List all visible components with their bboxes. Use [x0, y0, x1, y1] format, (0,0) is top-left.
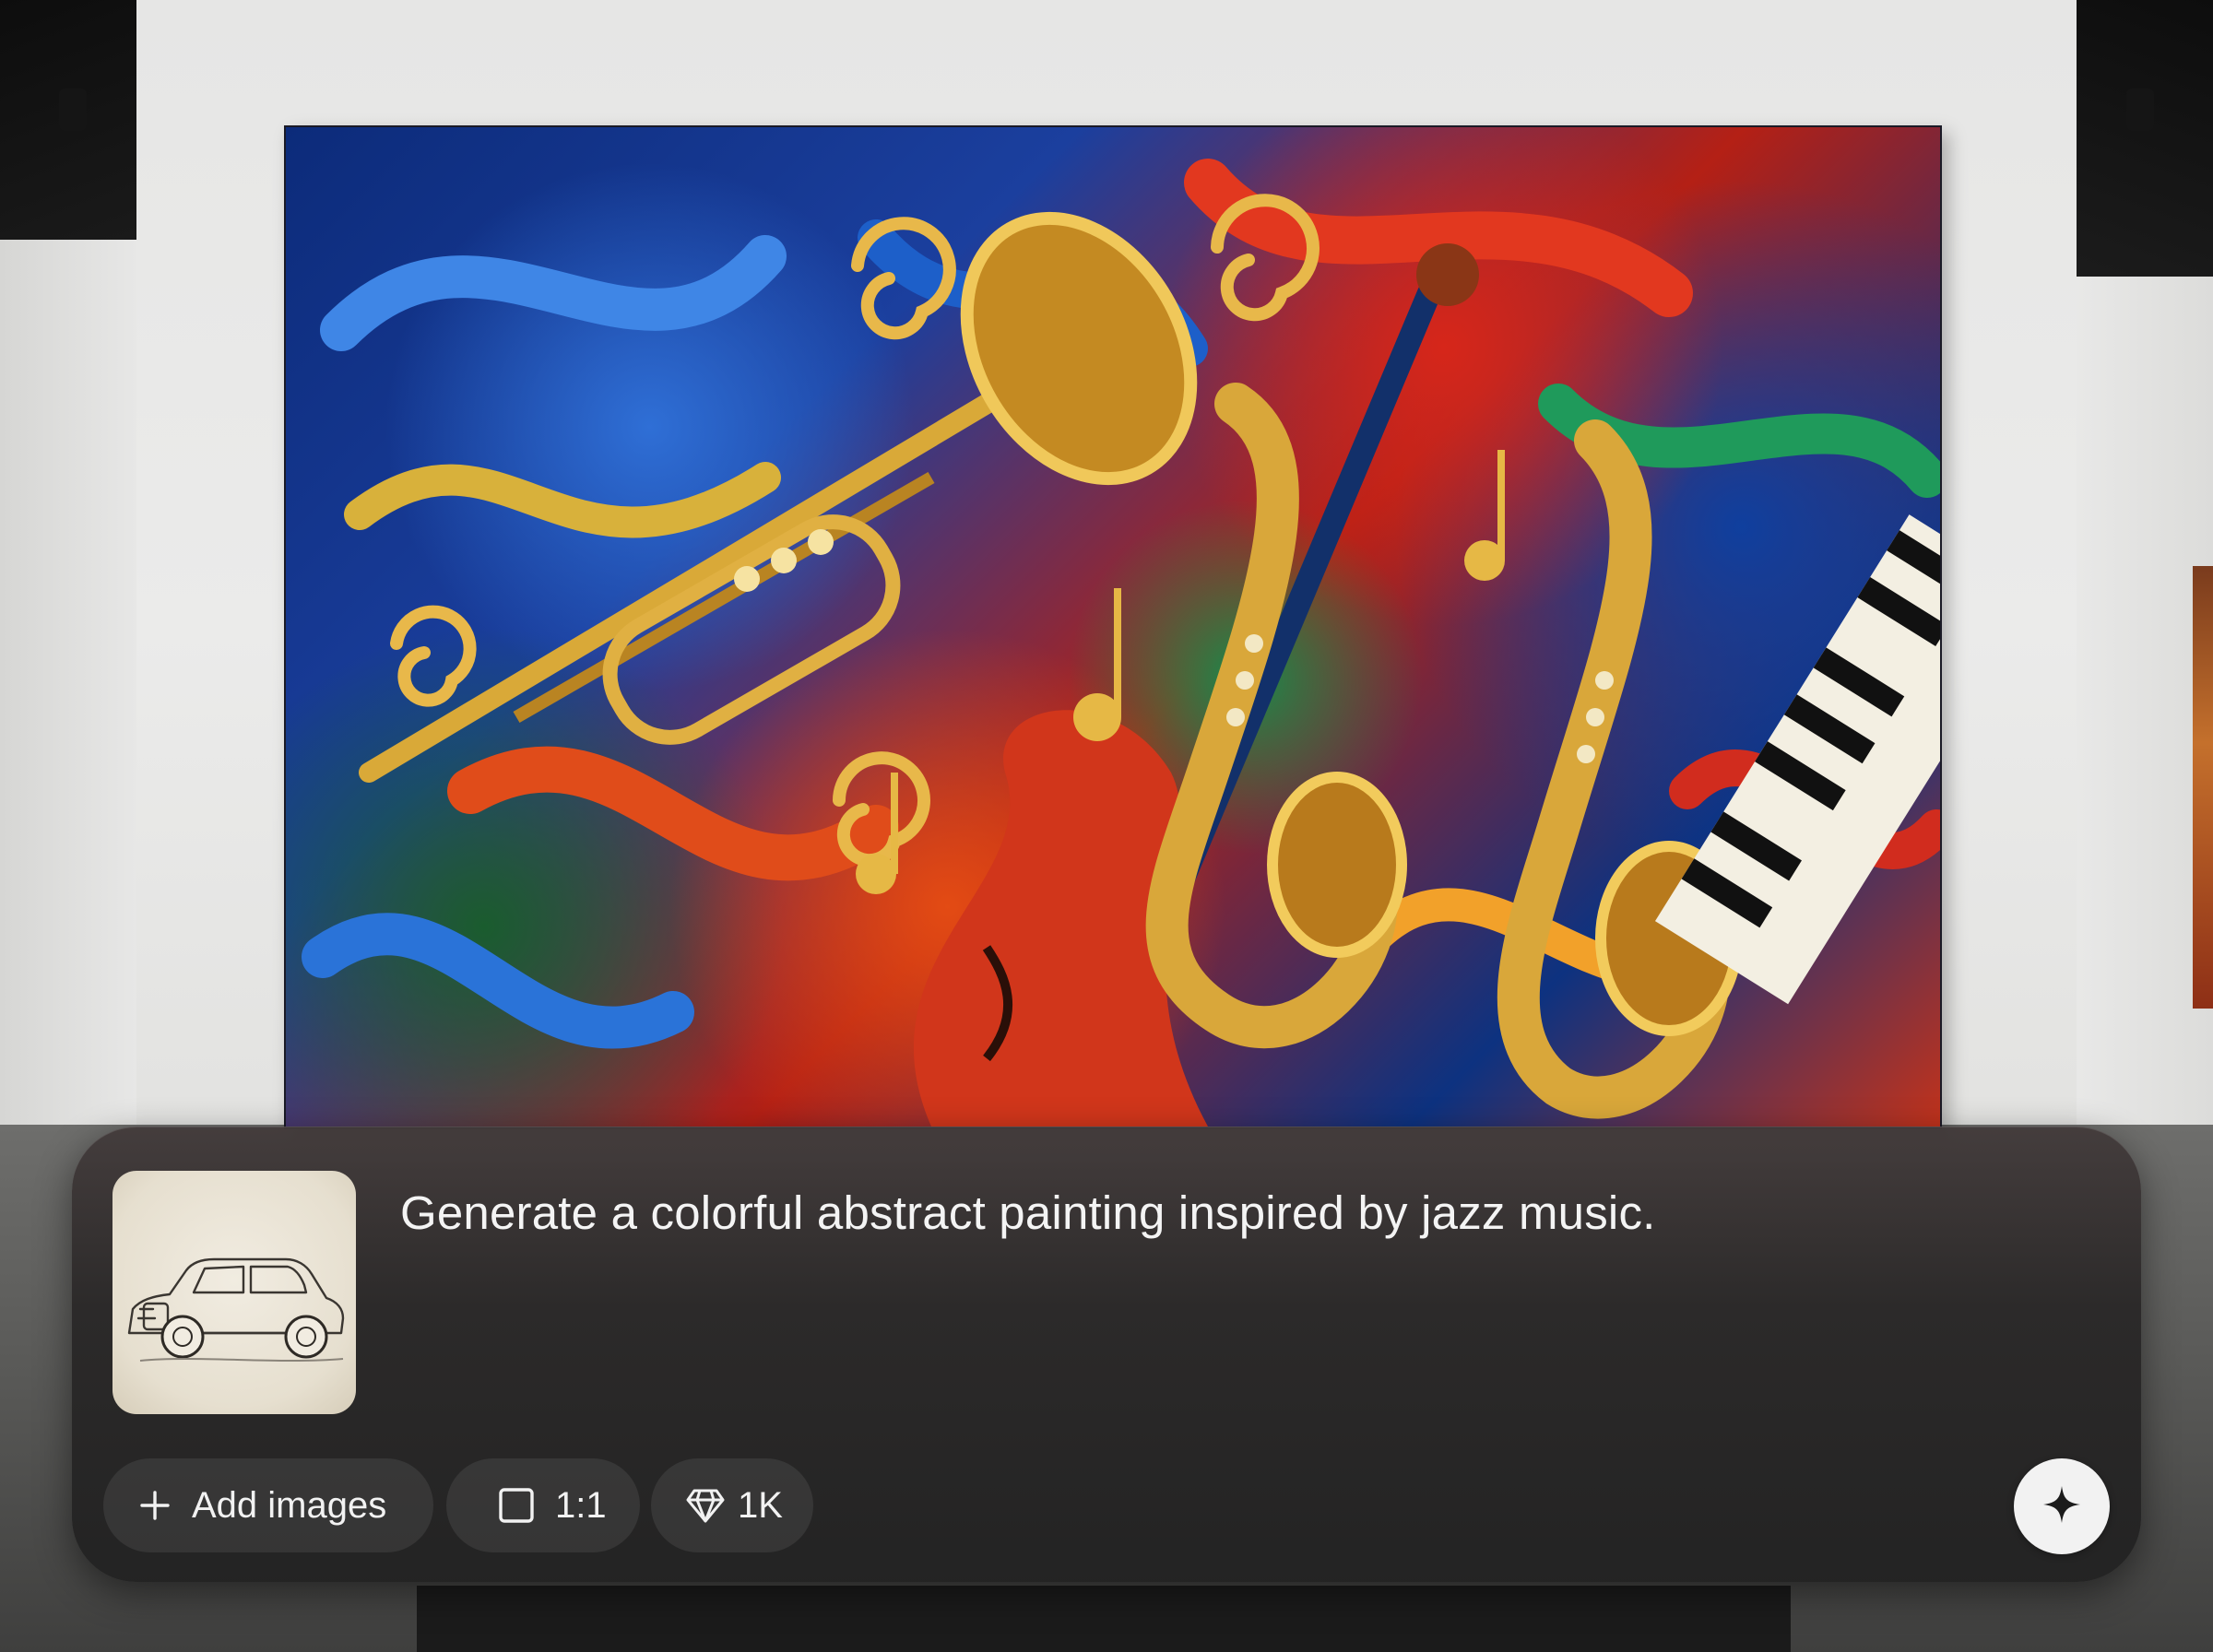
aspect-ratio-label: 1:1	[555, 1484, 607, 1526]
side-wall-left	[0, 240, 136, 1162]
add-images-button[interactable]: Add images	[103, 1458, 433, 1552]
quality-button[interactable]: 1K	[651, 1458, 813, 1552]
quality-label: 1K	[738, 1484, 783, 1526]
side-painting-edge	[2193, 566, 2213, 1009]
sparkle-icon	[2041, 1484, 2082, 1529]
square-icon	[498, 1487, 535, 1524]
prompt-input[interactable]: Generate a colorful abstract painting in…	[400, 1184, 2023, 1243]
generated-artwork	[284, 125, 1942, 1128]
diamond-icon	[686, 1487, 725, 1524]
track-light	[59, 88, 87, 131]
car-sketch-icon	[127, 1257, 345, 1362]
pedestal	[417, 1586, 1791, 1652]
add-images-label: Add images	[192, 1484, 387, 1526]
aspect-ratio-button[interactable]: 1:1	[446, 1458, 640, 1552]
prompt-panel: Generate a colorful abstract painting in…	[72, 1127, 2141, 1582]
generate-button[interactable]	[2014, 1458, 2110, 1554]
plus-icon	[138, 1489, 172, 1522]
track-light	[2126, 88, 2154, 131]
reference-image-thumbnail[interactable]	[112, 1171, 356, 1414]
ceiling-right	[2077, 0, 2213, 286]
